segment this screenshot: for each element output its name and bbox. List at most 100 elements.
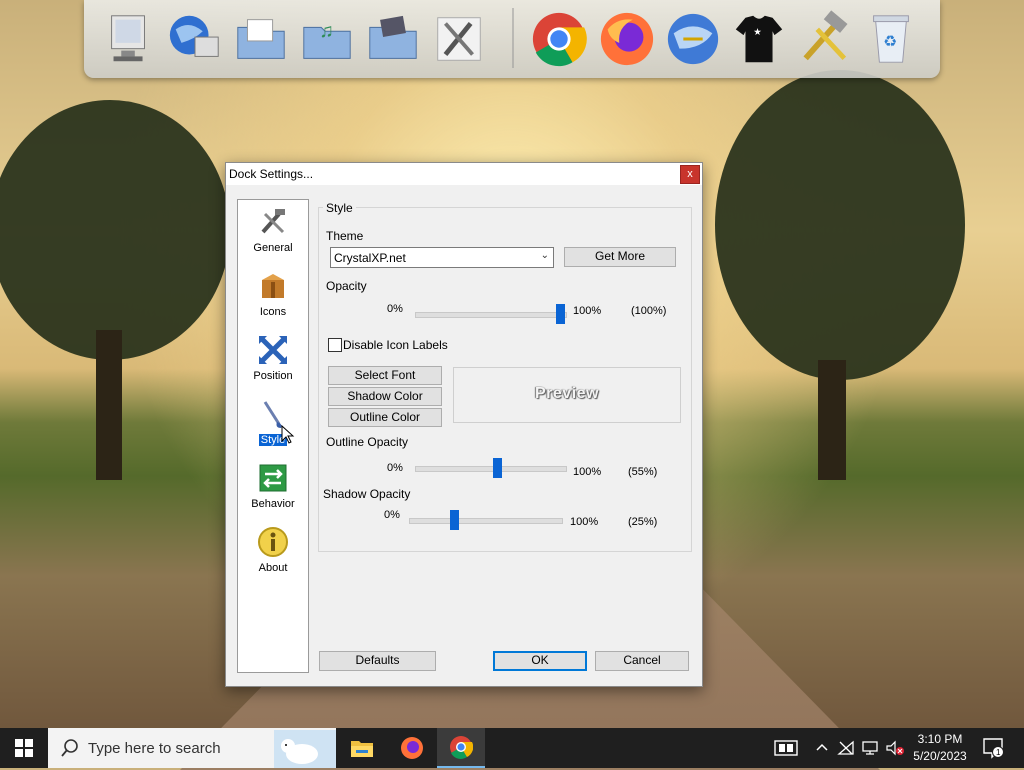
sidebar-label-position: Position xyxy=(253,370,293,382)
sidebar-item-style[interactable]: Style xyxy=(238,398,308,446)
polar-bear-icon xyxy=(274,730,336,768)
notification-icon: 1 xyxy=(983,738,1004,759)
dock-separator xyxy=(512,8,514,68)
dock-tshirt[interactable]: ★ xyxy=(728,6,790,72)
left-tree-trunk xyxy=(96,330,122,480)
sidebar-item-general[interactable]: General xyxy=(238,206,308,254)
defaults-button[interactable]: Defaults xyxy=(319,651,436,671)
system-tray xyxy=(774,728,798,768)
dock-my-computer[interactable] xyxy=(98,6,160,72)
globe-computer-icon xyxy=(169,15,219,57)
dialog-titlebar[interactable]: Dock Settings... x xyxy=(226,163,702,185)
taskbar-chrome[interactable] xyxy=(437,728,485,768)
dock-music-folder[interactable]: ♫ xyxy=(296,6,358,72)
theme-select-value: CrystalXP.net xyxy=(334,251,406,265)
svg-text:♻: ♻ xyxy=(883,34,897,51)
info-icon xyxy=(258,527,288,557)
outline-opacity-label: Outline Opacity xyxy=(326,435,409,449)
opacity-value: (100%) xyxy=(631,305,667,317)
taskbar-search-box[interactable]: Type here to search xyxy=(48,728,336,768)
settings-sidebar: General Icons Position Style Behavior Ab… xyxy=(237,199,309,673)
mouse-cursor-icon xyxy=(281,425,295,444)
tools-icon xyxy=(261,209,285,234)
computer-icon xyxy=(111,15,145,62)
task-view-icon[interactable] xyxy=(774,739,798,757)
sidebar-item-about[interactable]: About xyxy=(238,526,308,574)
dock-hammer-tool[interactable] xyxy=(794,6,856,72)
taskbar-clock[interactable]: 3:10 PM 5/20/2023 xyxy=(908,731,972,765)
shadow-opacity-slider-track[interactable] xyxy=(409,518,563,524)
outline-opacity-max-label: 100% xyxy=(573,466,602,478)
close-button[interactable]: x xyxy=(680,165,700,184)
dock-recycle-bin[interactable]: ♻ xyxy=(860,6,922,72)
chevron-up-icon[interactable] xyxy=(815,741,829,755)
chrome-icon xyxy=(532,12,587,67)
dock-tools[interactable] xyxy=(428,6,490,72)
internet-globe-icon xyxy=(667,13,719,65)
taskbar: Type here to search 3:10 PM 5/20/2023 1 xyxy=(0,728,1024,768)
shadow-opacity-min-label: 0% xyxy=(384,509,400,521)
outline-opacity-slider-track[interactable] xyxy=(415,466,567,472)
outline-opacity-value: (55%) xyxy=(628,466,658,478)
dock-settings-dialog: Dock Settings... x General Icons Positio… xyxy=(225,162,703,687)
opacity-label: Opacity xyxy=(326,279,367,293)
start-button[interactable] xyxy=(0,728,48,768)
opacity-slider-thumb[interactable] xyxy=(556,304,565,324)
sidebar-item-position[interactable]: Position xyxy=(238,334,308,382)
pictures-folder-icon xyxy=(369,15,417,59)
opacity-slider-track[interactable] xyxy=(415,312,567,318)
disable-icon-labels-checkbox[interactable] xyxy=(328,338,342,352)
outline-color-button[interactable]: Outline Color xyxy=(328,408,442,427)
music-folder-icon: ♫ xyxy=(303,21,351,59)
opacity-min-label: 0% xyxy=(387,303,403,315)
network-disconnected-icon[interactable] xyxy=(837,740,855,756)
documents-folder-icon xyxy=(237,19,285,59)
outline-opacity-slider-thumb[interactable] xyxy=(492,458,502,478)
notification-count: 1 xyxy=(996,748,1001,757)
select-font-button[interactable]: Select Font xyxy=(328,366,442,385)
shadow-opacity-slider-thumb[interactable] xyxy=(450,510,460,530)
style-group-title: Style xyxy=(323,201,356,215)
firefox-icon xyxy=(600,12,654,66)
search-placeholder: Type here to search xyxy=(88,740,221,757)
right-tree-canopy xyxy=(715,70,965,380)
search-icon xyxy=(61,739,78,757)
dock-internet[interactable] xyxy=(662,6,724,72)
theme-label: Theme xyxy=(326,229,364,243)
dock-firefox[interactable] xyxy=(596,6,658,72)
outline-opacity-min-label: 0% xyxy=(387,462,403,474)
tray-icons xyxy=(815,728,905,768)
opacity-max-label: 100% xyxy=(573,305,602,317)
get-more-button[interactable]: Get More xyxy=(564,247,676,267)
ok-button[interactable]: OK xyxy=(493,651,587,671)
arrows-icon xyxy=(259,336,287,364)
shadow-opacity-max-label: 100% xyxy=(570,516,599,528)
tshirt-icon: ★ xyxy=(735,15,783,63)
theme-select[interactable]: CrystalXP.net ⌄ xyxy=(330,247,554,268)
windows-logo-icon xyxy=(15,739,33,757)
taskbar-firefox[interactable] xyxy=(388,728,436,768)
shadow-color-button[interactable]: Shadow Color xyxy=(328,387,442,406)
hammer-icon xyxy=(803,10,848,61)
sidebar-item-icons[interactable]: Icons xyxy=(238,270,308,318)
svg-text:♫: ♫ xyxy=(319,21,334,42)
sidebar-label-behavior: Behavior xyxy=(251,498,295,510)
cancel-button[interactable]: Cancel xyxy=(595,651,689,671)
left-tree-canopy xyxy=(0,100,230,360)
taskbar-file-explorer[interactable] xyxy=(338,728,386,768)
preview-box: Preview xyxy=(453,367,681,423)
dock-pictures-folder[interactable] xyxy=(362,6,424,72)
firefox-icon xyxy=(401,737,423,759)
preview-text: Preview xyxy=(535,385,599,402)
volume-muted-icon[interactable] xyxy=(885,740,905,756)
svg-text:★: ★ xyxy=(753,27,762,38)
sidebar-label-about: About xyxy=(258,562,288,574)
notification-center[interactable]: 1 xyxy=(982,728,1004,768)
dock-network[interactable] xyxy=(164,6,226,72)
clock-time: 3:10 PM xyxy=(917,732,963,746)
dock-chrome[interactable] xyxy=(528,6,590,72)
computer-network-icon[interactable] xyxy=(861,740,879,756)
behavior-icon xyxy=(259,464,287,492)
dock-documents-folder[interactable] xyxy=(230,6,292,72)
sidebar-item-behavior[interactable]: Behavior xyxy=(238,462,308,510)
